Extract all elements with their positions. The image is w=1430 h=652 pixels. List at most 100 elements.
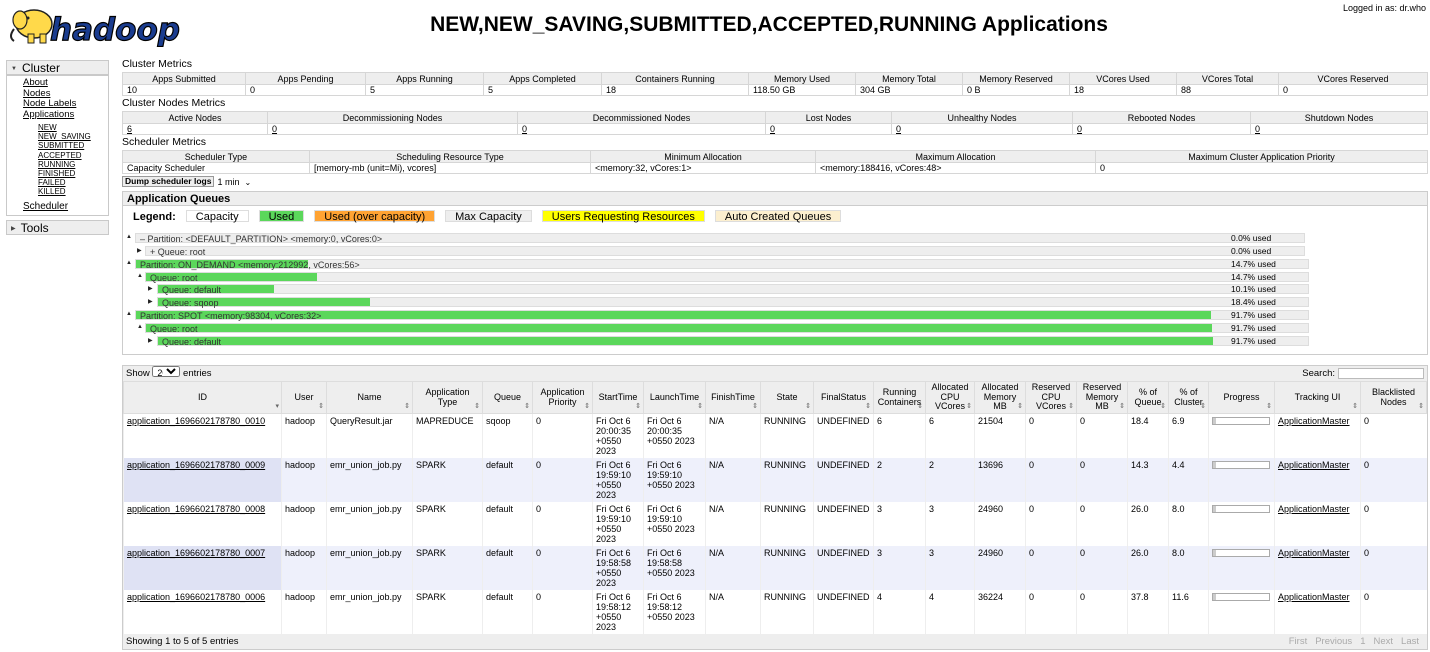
- pager-last[interactable]: Last: [1401, 636, 1419, 647]
- pager-1[interactable]: 1: [1360, 636, 1365, 647]
- nav-about[interactable]: About: [7, 77, 108, 89]
- progress-fill: [1213, 594, 1216, 600]
- metric-link[interactable]: 0: [770, 125, 775, 134]
- column-header-id[interactable]: ID ▾: [123, 381, 282, 414]
- sort-icon: ⇕: [524, 402, 530, 410]
- queue-bar[interactable]: – Partition: <DEFAULT_PARTITION> <memory…: [135, 233, 1305, 244]
- expand-icon[interactable]: ▶: [148, 298, 153, 305]
- nav-scheduler[interactable]: Scheduler: [7, 201, 108, 213]
- collapse-icon[interactable]: ▲: [126, 260, 132, 266]
- tracking-ui-link[interactable]: ApplicationMaster: [1278, 548, 1350, 558]
- application-id-link[interactable]: application_1696602178780_0010: [127, 416, 265, 426]
- cell-name: emr_union_job.py: [326, 546, 413, 590]
- application-id-link[interactable]: application_1696602178780_0008: [127, 504, 265, 514]
- pager-previous[interactable]: Previous: [1315, 636, 1352, 647]
- column-header-user[interactable]: User ⇕: [281, 381, 327, 414]
- nav-app-accepted[interactable]: ACCEPTED: [7, 151, 108, 160]
- column-header-allocated-cpu-vcores[interactable]: Allocated CPU VCores ⇕: [925, 381, 975, 414]
- column-header-progress[interactable]: Progress ⇕: [1208, 381, 1275, 414]
- cell-type: SPARK: [412, 458, 483, 502]
- metric-link[interactable]: 6: [127, 125, 132, 134]
- metric-link[interactable]: 0: [896, 125, 901, 134]
- expand-icon[interactable]: ▶: [137, 247, 142, 254]
- nav-app-failed[interactable]: FAILED: [7, 178, 108, 187]
- cluster-section-header[interactable]: ▼ Cluster: [6, 60, 109, 75]
- metric-value-rebooted-nodes[interactable]: 0: [1072, 123, 1251, 135]
- queue-bar[interactable]: Partition: SPOT <memory:98304, vCores:32…: [135, 310, 1309, 321]
- dump-interval-select[interactable]: 1 min ⌄: [217, 177, 251, 187]
- column-header-reserved-cpu-vcores[interactable]: Reserved CPU VCores ⇕: [1025, 381, 1077, 414]
- nav-app-submitted[interactable]: SUBMITTED: [7, 141, 108, 150]
- queue-bar[interactable]: + Queue: root: [145, 245, 1305, 257]
- nav-app-finished[interactable]: FINISHED: [7, 169, 108, 178]
- queue-bar[interactable]: Queue: sqoop: [157, 297, 1309, 308]
- expand-icon[interactable]: ▶: [148, 337, 153, 344]
- application-id-link[interactable]: application_1696602178780_0009: [127, 460, 265, 470]
- dump-scheduler-logs-button[interactable]: Dump scheduler logs: [122, 176, 215, 187]
- nav-app-new[interactable]: NEW: [7, 123, 108, 132]
- column-header-state[interactable]: State ⇕: [760, 381, 814, 414]
- column-header-queue[interactable]: Queue ⇕: [482, 381, 533, 414]
- column-header-starttime[interactable]: StartTime ⇕: [592, 381, 644, 414]
- metric-value-decommissioned-nodes[interactable]: 0: [517, 123, 766, 135]
- collapse-icon[interactable]: ▲: [126, 234, 132, 240]
- queue-bar[interactable]: Queue: default: [157, 284, 1309, 295]
- column-header-finalstatus[interactable]: FinalStatus ⇕: [813, 381, 874, 414]
- tracking-ui-link[interactable]: ApplicationMaster: [1278, 504, 1350, 514]
- metric-value-decommissioning-nodes[interactable]: 0: [267, 123, 518, 135]
- column-header-running-containers[interactable]: Running Containers ⇕: [873, 381, 926, 414]
- nav-app-new-saving[interactable]: NEW_SAVING: [7, 132, 108, 141]
- expand-icon[interactable]: ▶: [148, 285, 153, 292]
- column-header-launchtime[interactable]: LaunchTime ⇕: [643, 381, 706, 414]
- queue-bar[interactable]: Queue: default: [157, 335, 1309, 347]
- tracking-ui-link[interactable]: ApplicationMaster: [1278, 460, 1350, 470]
- queue-bar[interactable]: Queue: root: [145, 271, 1309, 283]
- cell-tracking: ApplicationMaster: [1274, 590, 1361, 634]
- page-size-select[interactable]: 20: [152, 366, 181, 377]
- metric-value-lost-nodes[interactable]: 0: [765, 123, 892, 135]
- application-queues-panel: Application Queues Legend: Capacity Used U…: [122, 191, 1428, 355]
- pager-first[interactable]: First: [1289, 636, 1307, 647]
- column-header-tracking-ui[interactable]: Tracking UI ⇕: [1274, 381, 1361, 414]
- cell-mem: 13696: [974, 458, 1026, 502]
- metric-value-shutdown-nodes[interactable]: 0: [1250, 123, 1428, 135]
- queue-bar[interactable]: Queue: root: [145, 322, 1309, 334]
- column-header-blacklisted-nodes[interactable]: Blacklisted Nodes ⇕: [1360, 381, 1427, 414]
- collapse-icon[interactable]: ▲: [137, 273, 143, 279]
- collapse-icon[interactable]: ▲: [137, 324, 143, 330]
- tracking-ui-link[interactable]: ApplicationMaster: [1278, 592, 1350, 602]
- metric-link[interactable]: 0: [1077, 125, 1082, 134]
- cell-user: hadoop: [281, 590, 327, 634]
- metric-header-scheduling-resource-type: Scheduling Resource Type: [309, 150, 591, 163]
- cell-pq: 14.3: [1127, 458, 1169, 502]
- tracking-ui-link[interactable]: ApplicationMaster: [1278, 416, 1350, 426]
- queue-used-fill: [158, 336, 1213, 345]
- metric-link[interactable]: 0: [272, 125, 277, 134]
- column-header-of-queue[interactable]: % of Queue ⇕: [1127, 381, 1169, 414]
- tools-section-header[interactable]: ▶ Tools: [6, 220, 109, 236]
- column-header-reserved-memory-mb[interactable]: Reserved Memory MB ⇕: [1076, 381, 1128, 414]
- metric-value-active-nodes[interactable]: 6: [122, 123, 268, 135]
- column-header-of-cluster[interactable]: % of Cluster ⇕: [1168, 381, 1209, 414]
- nav-app-killed[interactable]: KILLED: [7, 187, 108, 196]
- column-header-finishtime[interactable]: FinishTime ⇕: [705, 381, 761, 414]
- application-id-link[interactable]: application_1696602178780_0006: [127, 592, 265, 602]
- metric-value-unhealthy-nodes[interactable]: 0: [891, 123, 1073, 135]
- column-header-allocated-memory-mb[interactable]: Allocated Memory MB ⇕: [974, 381, 1026, 414]
- hadoop-logo[interactable]: hadoop: [6, 3, 188, 49]
- collapse-icon[interactable]: ▲: [126, 311, 132, 317]
- metric-link[interactable]: 0: [1255, 125, 1260, 134]
- nav-node-labels[interactable]: Node Labels: [7, 98, 108, 110]
- cell-containers: 2: [873, 458, 926, 502]
- nav-app-running[interactable]: RUNNING: [7, 160, 108, 169]
- triangle-down-icon: ▼: [11, 65, 17, 72]
- queue-bar[interactable]: Partition: ON_DEMAND <memory:212992, vCo…: [135, 258, 1309, 270]
- metric-link[interactable]: 0: [522, 125, 527, 134]
- search-input[interactable]: [1338, 368, 1424, 379]
- column-header-application-priority[interactable]: Application Priority ⇕: [532, 381, 593, 414]
- pager-next[interactable]: Next: [1373, 636, 1393, 647]
- column-header-application-type[interactable]: Application Type ⇕: [412, 381, 483, 414]
- nav-applications[interactable]: Applications: [7, 109, 108, 121]
- application-id-link[interactable]: application_1696602178780_0007: [127, 548, 265, 558]
- column-header-name[interactable]: Name ⇕: [326, 381, 413, 414]
